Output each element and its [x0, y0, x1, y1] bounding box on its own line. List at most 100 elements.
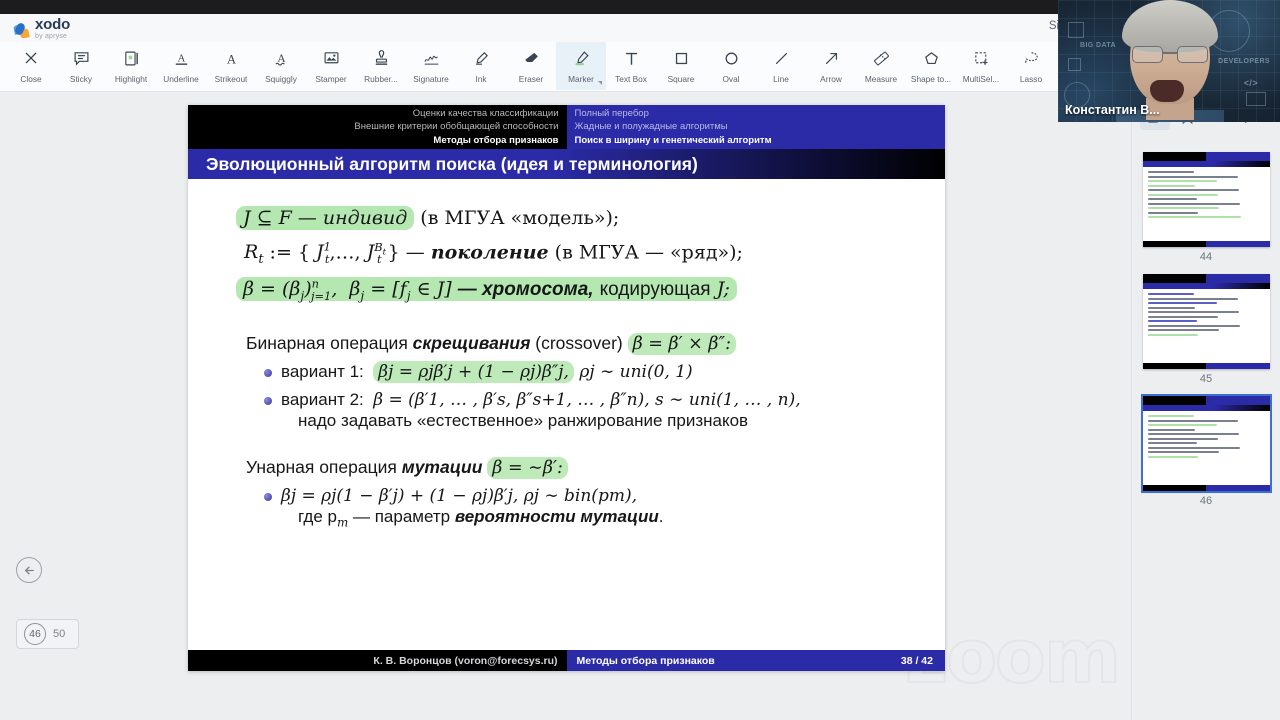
tool-label: Highlight: [114, 74, 148, 84]
bg-label-developers: DEVELOPERS: [1218, 58, 1270, 65]
strikeout-icon: A: [223, 47, 240, 69]
tool-multisel[interactable]: MultiSel...: [956, 42, 1006, 90]
brand-name: xodo: [35, 15, 71, 33]
slide-footer: К. В. Воронцов (voron@forecsys.ru) Метод…: [188, 650, 945, 671]
nav-left-item: Оценки качества классификации: [412, 107, 559, 119]
lasso-icon: [1023, 47, 1040, 69]
tool-squiggly[interactable]: A Squiggly: [256, 42, 306, 90]
tool-label: Oval: [722, 74, 740, 84]
tool-signature[interactable]: Signature: [406, 42, 456, 90]
tool-label: Rubber...: [364, 74, 398, 84]
tool-label: Ink: [475, 74, 487, 84]
current-page-number[interactable]: 46: [24, 623, 46, 645]
variant-2-note: надо задавать «естественное» ранжировани…: [298, 411, 749, 431]
slide-nav-left: Оценки качества классификации Внешние кр…: [188, 105, 567, 149]
square-icon: [673, 47, 690, 69]
tool-measure[interactable]: Measure: [856, 42, 906, 90]
thumbnail-page[interactable]: [1142, 274, 1270, 369]
tool-text-box[interactable]: Text Box: [606, 42, 656, 90]
thumbnail-item[interactable]: 45: [1132, 274, 1280, 385]
brand-subtitle: by apryse: [35, 32, 68, 40]
tool-marker[interactable]: Marker: [556, 42, 606, 90]
tool-ink[interactable]: Ink: [456, 42, 506, 90]
squiggly-icon: A: [273, 47, 290, 69]
thumbnail-current[interactable]: [1140, 394, 1272, 493]
document-workspace[interactable]: zoom 46 50 Оценки качества классификации…: [0, 92, 1131, 720]
tool-eraser[interactable]: Eraser: [506, 42, 556, 90]
thumbnail-item[interactable]: 46: [1132, 394, 1280, 507]
tool-label: Arrow: [820, 74, 842, 84]
tool-label: Strikeout: [214, 74, 248, 84]
bg-decor-square: [1068, 58, 1081, 71]
thumbnail-page-number: 46: [1199, 495, 1213, 507]
definition-individual: J ⊆ F — индивид (в МГУА «модель»);: [214, 206, 919, 230]
page-indicator[interactable]: 46 50: [16, 619, 79, 649]
variant-1-row: вариант 1: βj = ρjβ′j + (1 − ρj)β″j, ρj …: [264, 361, 919, 384]
oval-icon: [723, 47, 740, 69]
bullet-dot-icon: [264, 397, 272, 406]
tool-rubber[interactable]: Rubber...: [356, 42, 406, 90]
xodo-pdf-viewer-window: xodo by apryse Sign in CloseStickyHighli…: [0, 0, 1280, 720]
tool-lasso[interactable]: Lasso: [1006, 42, 1056, 90]
pdf-page[interactable]: Оценки качества классификации Внешние кр…: [188, 105, 945, 671]
mutation-bullets: βj = ρj(1 − β′j) + (1 − ρj)β′j, ρj ∼ bin…: [214, 486, 919, 530]
thumbnail-item[interactable]: 44: [1132, 152, 1280, 263]
participant-name: Константин В...: [1065, 103, 1160, 117]
xodo-logo-icon: [13, 21, 31, 40]
tool-highlight[interactable]: Highlight: [106, 42, 156, 90]
tool-label: Underline: [163, 74, 199, 84]
tool-strikeout[interactable]: A Strikeout: [206, 42, 256, 90]
thumbnail-page-number: 44: [1199, 251, 1213, 263]
mutation-row: βj = ρj(1 − β′j) + (1 − ρj)β′j, ρj ∼ bin…: [264, 486, 919, 530]
tool-arrow[interactable]: Arrow: [806, 42, 856, 90]
back-arrow-icon[interactable]: [16, 557, 42, 583]
ink-pen-icon: [473, 47, 490, 69]
tool-label: Stamper: [315, 74, 347, 84]
chevron-down-icon[interactable]: [598, 81, 602, 85]
tool-underline[interactable]: A Underline: [156, 42, 206, 90]
chromosome-highlight: β = (βj)nj=1, βj = [fj ∈ J] — хромосома,…: [236, 277, 737, 303]
slide-nav-right: Полный перебор Жадные и полужадные алгор…: [566, 105, 945, 149]
xodo-logo[interactable]: xodo by apryse: [0, 17, 70, 40]
nav-right-item-active: Поиск в ширину и генетический алгоритм: [574, 134, 772, 146]
tool-sticky[interactable]: Sticky: [56, 42, 106, 90]
text-box-icon: [623, 47, 640, 69]
sticky-note-icon: [73, 47, 90, 69]
eraser-icon: [523, 47, 540, 69]
tool-square[interactable]: Square: [656, 42, 706, 90]
slide-content: J ⊆ F — индивид (в МГУА «модель»); Rt :=…: [188, 179, 945, 530]
variant-2-formula: β = (β′1, … , β′s, β″s+1, … , β″n), s ∼ …: [373, 390, 801, 411]
zoom-video-tile[interactable]: BIG DATA DEVELOPERS </> Константин В...: [1058, 0, 1280, 122]
marker-icon: [573, 47, 590, 69]
bg-label-code: </>: [1243, 78, 1258, 88]
close-icon: [23, 47, 39, 69]
crossover-variants: вариант 1: βj = ρjβ′j + (1 − ρj)β″j, ρj …: [214, 361, 919, 431]
slide-nav-header: Оценки качества классификации Внешние кр…: [188, 105, 945, 149]
tool-label: Eraser: [518, 74, 544, 84]
tool-label: Sticky: [69, 74, 93, 84]
stamper-icon: [323, 47, 340, 69]
bg-decor-square: [1068, 22, 1084, 38]
crossover-formula: β = β′ × β″:: [627, 333, 736, 356]
tool-line[interactable]: Line: [756, 42, 806, 90]
rubber-stamp-icon: [373, 47, 390, 69]
tool-close[interactable]: Close: [6, 42, 56, 90]
tool-label: Shape to...: [910, 74, 952, 84]
multiselect-icon: [973, 47, 990, 69]
svg-text:A: A: [226, 52, 236, 66]
thumbnail-list[interactable]: 44 45 46: [1132, 152, 1280, 507]
individual-highlight: J ⊆ F — индивид: [236, 206, 415, 230]
mutation-note: где pm — параметр вероятности мутации.: [298, 507, 664, 530]
tool-shape-to[interactable]: Shape to...: [906, 42, 956, 90]
tool-stamper[interactable]: Stamper: [306, 42, 356, 90]
tool-label: MultiSel...: [962, 74, 1000, 84]
thumbnail-page[interactable]: [1142, 152, 1270, 247]
definition-generation: Rt := { J1t,…, JBtt } — поколение (в МГУ…: [244, 240, 743, 268]
variant-2-row: вариант 2: β = (β′1, … , β′s, β″s+1, … ,…: [264, 390, 919, 431]
tool-oval[interactable]: Oval: [706, 42, 756, 90]
arrow-icon: [823, 47, 840, 69]
bg-label-big-data: BIG DATA: [1080, 42, 1116, 49]
mutation-bullet-formula: βj = ρj(1 − β′j) + (1 − ρj)β′j, ρj ∼ bin…: [281, 486, 637, 507]
mutation-formula: β = ∼β′:: [487, 457, 568, 480]
tool-label: Text Box: [615, 74, 647, 84]
